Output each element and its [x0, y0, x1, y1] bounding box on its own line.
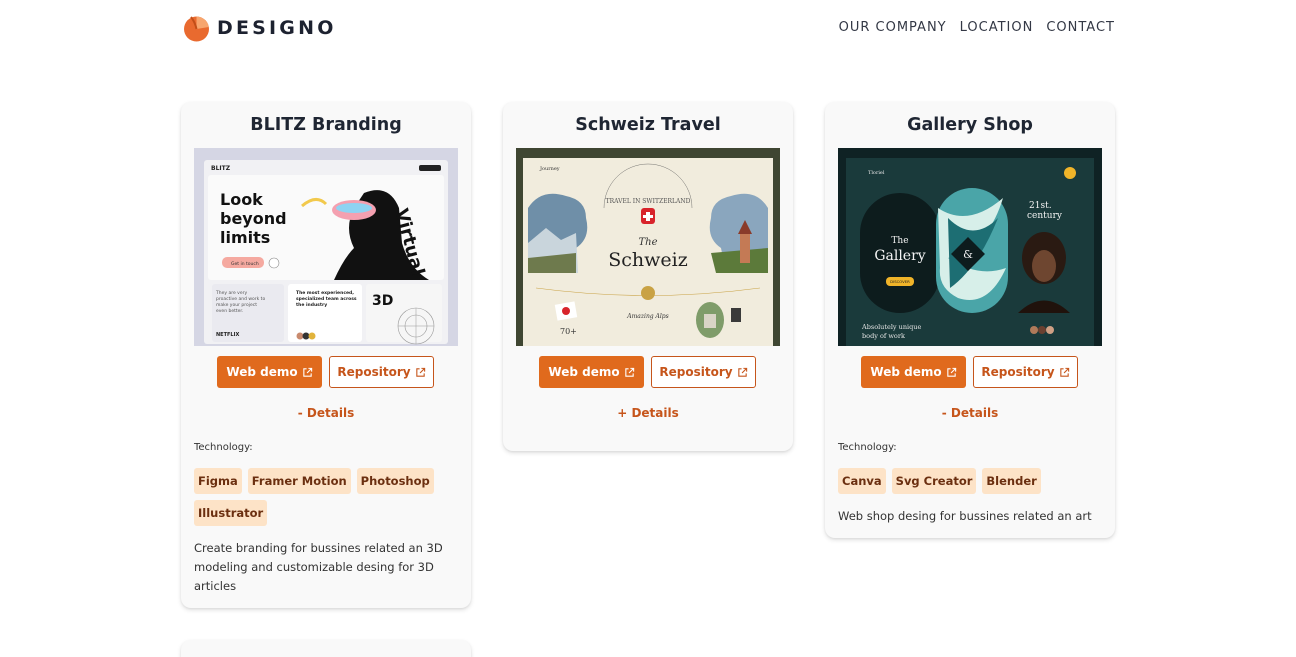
- svg-text:NETFLIX: NETFLIX: [216, 332, 239, 338]
- logo[interactable]: DESIGNO: [183, 14, 337, 42]
- nav-our-company[interactable]: OUR COMPANY: [839, 20, 947, 35]
- svg-text:Get in touch: Get in touch: [231, 261, 259, 267]
- project-thumbnail: Tloriel The Gallery DISCOVER & 21st. cen…: [838, 148, 1102, 346]
- external-link-icon: [415, 367, 425, 377]
- svg-text:Tloriel: Tloriel: [868, 170, 885, 176]
- repository-button[interactable]: Repository: [651, 356, 756, 388]
- project-description: Create branding for bussines related an …: [194, 541, 443, 593]
- svg-text:70+: 70+: [560, 327, 577, 336]
- svg-text:TRAVEL IN SWITZERLAND: TRAVEL IN SWITZERLAND: [606, 198, 691, 205]
- tech-tag: Photoshop: [356, 468, 434, 494]
- web-demo-label: Web demo: [870, 365, 942, 379]
- external-link-icon: [302, 367, 312, 377]
- logo-mark-icon: [184, 16, 209, 42]
- logo-text: DESIGNO: [217, 17, 337, 39]
- project-card-gallery: Gallery Shop Tloriel The Gallery DISCOVE…: [825, 102, 1115, 538]
- site-header: DESIGNO OUR COMPANY LOCATION CONTACT: [0, 0, 1296, 60]
- project-title: BLITZ Branding: [250, 115, 402, 135]
- svg-text:Amazing Alps: Amazing Alps: [626, 313, 668, 320]
- svg-text:&: &: [963, 248, 973, 261]
- nav-location[interactable]: LOCATION: [960, 20, 1034, 35]
- project-title: Gallery Shop: [907, 115, 1033, 135]
- repository-label: Repository: [981, 365, 1055, 379]
- details-toggle[interactable]: - Details: [825, 406, 1115, 420]
- tech-tag: Canva: [838, 468, 886, 494]
- tech-tag: Illustrator: [194, 500, 268, 526]
- project-description: Web shop desing for bussines related an …: [838, 509, 1092, 523]
- external-link-icon: [737, 367, 747, 377]
- repository-label: Repository: [337, 365, 411, 379]
- repository-label: Repository: [659, 365, 733, 379]
- svg-text:BLITZ: BLITZ: [211, 165, 231, 172]
- svg-text:3D: 3D: [372, 293, 393, 309]
- svg-text:Schweiz: Schweiz: [608, 249, 688, 271]
- tech-tag: Svg Creator: [891, 468, 977, 494]
- tech-tag: Framer Motion: [247, 468, 351, 494]
- tech-tag: Figma: [194, 468, 242, 494]
- project-thumbnail: Journey TRAVEL IN SWITZERLAND The Schwei…: [516, 148, 780, 346]
- technology-label: Technology:: [194, 442, 253, 453]
- external-link-icon: [624, 367, 634, 377]
- project-title: Schweiz Travel: [575, 115, 721, 135]
- web-demo-label: Web demo: [226, 365, 298, 379]
- details-toggle[interactable]: + Details: [503, 406, 793, 420]
- repository-button[interactable]: Repository: [329, 356, 434, 388]
- technology-tags: Figma Framer Motion Photoshop Illustrato…: [194, 468, 458, 526]
- project-card-next: [181, 640, 471, 657]
- web-demo-button[interactable]: Web demo: [539, 356, 644, 388]
- technology-label: Technology:: [838, 442, 897, 453]
- repository-button[interactable]: Repository: [973, 356, 1078, 388]
- main-nav: OUR COMPANY LOCATION CONTACT: [839, 20, 1115, 35]
- svg-text:Journey: Journey: [539, 166, 560, 172]
- svg-text:DISCOVER: DISCOVER: [890, 279, 910, 284]
- svg-text:Gallery: Gallery: [874, 248, 925, 264]
- external-link-icon: [946, 367, 956, 377]
- svg-text:The: The: [891, 236, 908, 246]
- web-demo-button[interactable]: Web demo: [217, 356, 322, 388]
- external-link-icon: [1059, 367, 1069, 377]
- svg-text:The: The: [638, 237, 657, 248]
- technology-tags: Canva Svg Creator Blender: [838, 468, 1102, 494]
- project-card-blitz: BLITZ Branding BLITZ Look beyond limits …: [181, 102, 471, 608]
- project-card-schweiz: Schweiz Travel Journey TRAVEL IN SWITZER…: [503, 102, 793, 451]
- details-toggle[interactable]: - Details: [181, 406, 471, 420]
- web-demo-button[interactable]: Web demo: [861, 356, 966, 388]
- web-demo-label: Web demo: [548, 365, 620, 379]
- nav-contact[interactable]: CONTACT: [1046, 20, 1115, 35]
- project-thumbnail: BLITZ Look beyond limits Get in touch Vi…: [194, 148, 458, 346]
- tech-tag: Blender: [982, 468, 1041, 494]
